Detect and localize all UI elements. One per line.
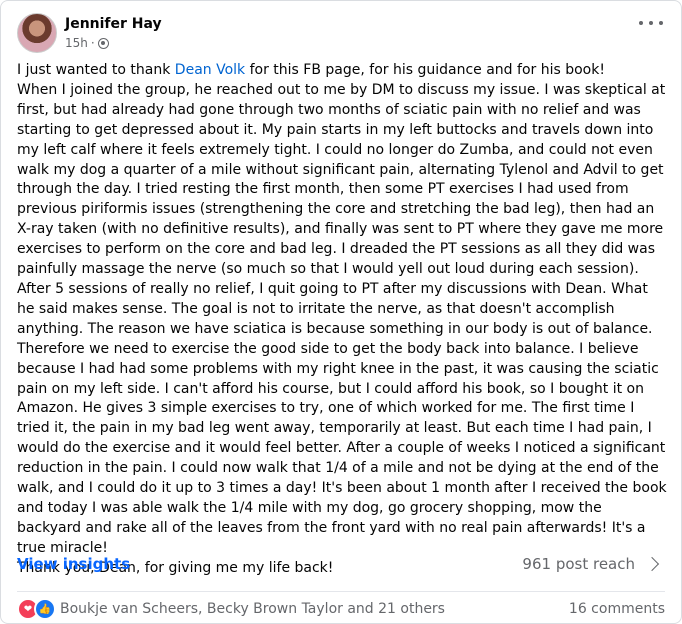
post-meta: Jennifer Hay 15h · <box>65 15 162 51</box>
separator-dot: · <box>90 36 95 50</box>
post-text-rest: for this FB page, for his guidance and f… <box>17 62 667 576</box>
comments-count[interactable]: 16 comments <box>569 601 665 617</box>
post-header: Jennifer Hay 15h · <box>17 11 665 55</box>
avatar[interactable] <box>17 13 57 53</box>
view-insights-link[interactable]: View insights <box>17 553 130 575</box>
post-body: I just wanted to thank Dean Volk for thi… <box>17 61 667 579</box>
divider <box>17 591 665 592</box>
post-reach-button[interactable]: 961 post reach <box>522 553 660 575</box>
like-reaction-icon: 👍 <box>34 598 56 620</box>
author-name[interactable]: Jennifer Hay <box>65 15 162 33</box>
reactions-summary[interactable]: ❤ 👍 Boukje van Scheers, Becky Brown Tayl… <box>17 598 445 620</box>
chevron-right-icon <box>644 556 660 572</box>
post-subline: 15h · <box>65 35 162 51</box>
post-footer: ❤ 👍 Boukje van Scheers, Becky Brown Tayl… <box>17 597 665 621</box>
post-card: Jennifer Hay 15h · I just wanted to than… <box>0 0 682 624</box>
reactors-text[interactable]: Boukje van Scheers, Becky Brown Taylor a… <box>60 601 445 617</box>
post-text-start: I just wanted to thank <box>17 62 175 78</box>
more-options-icon[interactable] <box>639 17 663 29</box>
post-time[interactable]: 15h <box>65 35 88 51</box>
mention-link[interactable]: Dean Volk <box>175 62 245 78</box>
post-reach-text: 961 post reach <box>522 555 635 573</box>
globe-icon[interactable] <box>97 37 109 49</box>
